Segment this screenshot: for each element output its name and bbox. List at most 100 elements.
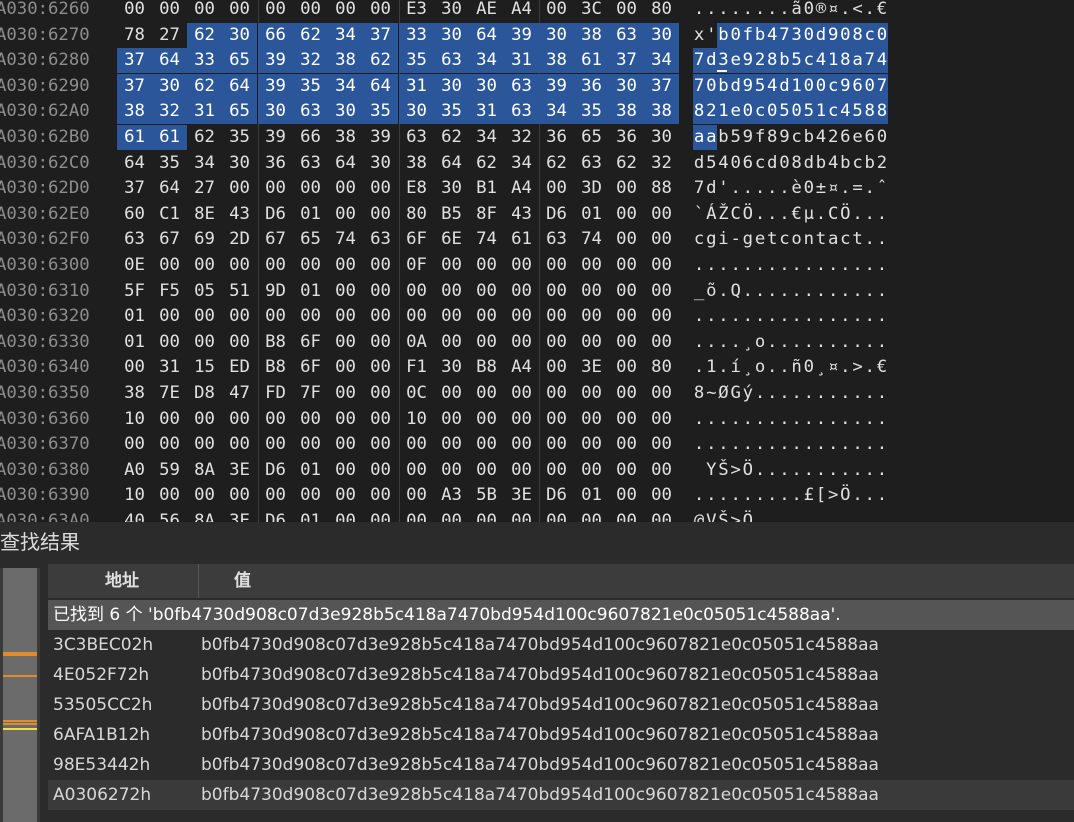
ascii-char[interactable]: 9	[827, 22, 840, 48]
ascii-column[interactable]: ` Á Ž C Ö... € µ. C Ö...	[693, 202, 888, 227]
hex-byte[interactable]: 35	[434, 99, 469, 125]
hex-byte[interactable]: 00	[504, 279, 539, 304]
hex-byte[interactable]: 00	[187, 483, 222, 508]
ascii-char[interactable]: .	[717, 0, 729, 22]
ascii-char[interactable]: 0	[729, 22, 742, 48]
hex-byte[interactable]: 00	[504, 381, 539, 406]
hex-byte[interactable]: 34	[328, 73, 363, 99]
hex-byte[interactable]: 00	[363, 0, 398, 22]
hex-byte[interactable]: 00	[469, 509, 504, 522]
ascii-char[interactable]: .	[778, 509, 790, 522]
ascii-column[interactable]: ................	[693, 407, 888, 432]
ascii-char[interactable]: .	[827, 458, 839, 483]
hex-byte[interactable]: 00	[152, 432, 187, 457]
ascii-char[interactable]: e	[729, 48, 742, 74]
ascii-char[interactable]: .	[754, 407, 766, 432]
hex-byte[interactable]: 31	[469, 99, 504, 125]
hex-byte[interactable]: 00	[574, 407, 609, 432]
ascii-char[interactable]: c	[754, 151, 766, 176]
hex-byte[interactable]: 34	[539, 99, 574, 125]
ascii-char[interactable]: .	[851, 509, 863, 522]
ascii-char[interactable]: o	[754, 355, 766, 380]
hex-byte[interactable]: 00	[258, 432, 293, 457]
ascii-char[interactable]: a	[851, 48, 864, 74]
ascii-char[interactable]: 2	[753, 48, 767, 74]
hex-byte[interactable]: 36	[258, 151, 293, 176]
hex-byte[interactable]: 30	[222, 151, 257, 176]
hex-byte[interactable]: 00	[293, 432, 328, 457]
ascii-char[interactable]: 8	[693, 99, 706, 125]
hex-byte[interactable]: 38	[399, 151, 434, 176]
ascii-char[interactable]: .	[705, 330, 717, 355]
hex-byte[interactable]: 35	[399, 48, 434, 74]
ascii-char[interactable]: ˆ	[876, 176, 888, 201]
hex-byte[interactable]: 63	[399, 125, 434, 150]
hex-byte[interactable]: 00	[609, 202, 644, 227]
hex-byte[interactable]: 64	[222, 73, 257, 99]
ascii-char[interactable]: b	[815, 151, 827, 176]
hex-row[interactable]: A030:63A0 40 56 8A 3E D6 01 00 00 00 00 00 00 00 00 00 0…	[0, 509, 1074, 522]
hex-byte[interactable]: 00	[187, 304, 222, 329]
ascii-char[interactable]: 2	[876, 151, 888, 176]
hex-byte[interactable]: 00	[222, 407, 257, 432]
hex-byte[interactable]: 00	[644, 304, 679, 329]
hex-byte[interactable]: 38	[609, 99, 644, 125]
hex-byte[interactable]: 00	[117, 432, 152, 457]
ascii-char[interactable]: 8	[791, 151, 803, 176]
hex-byte[interactable]: 00	[574, 458, 609, 483]
hex-byte[interactable]: 39	[258, 73, 293, 99]
ascii-char[interactable]: .	[876, 279, 888, 304]
hex-byte[interactable]: 00	[117, 0, 152, 22]
ascii-char[interactable]: 5	[753, 73, 767, 99]
hex-byte[interactable]: 00	[363, 381, 398, 406]
hex-byte[interactable]: 00	[434, 253, 469, 278]
hex-byte[interactable]: 00	[574, 330, 609, 355]
hex-byte[interactable]: 01	[293, 509, 328, 522]
hex-byte[interactable]: 37	[644, 73, 679, 99]
ascii-char[interactable]: G	[730, 381, 742, 406]
hex-byte[interactable]: 00	[363, 176, 398, 201]
ascii-char[interactable]: .	[778, 330, 790, 355]
ascii-char[interactable]: b	[753, 22, 767, 48]
hex-byte[interactable]: 00	[539, 432, 574, 457]
ascii-char[interactable]: .	[766, 458, 778, 483]
ascii-char[interactable]: 7	[875, 73, 888, 99]
ascii-char[interactable]: d	[693, 151, 705, 176]
ascii-char[interactable]: 6	[864, 125, 876, 150]
ascii-char[interactable]: .	[693, 253, 705, 278]
hex-byte[interactable]: 63	[574, 151, 609, 176]
hex-byte[interactable]: 00	[609, 432, 644, 457]
hex-byte[interactable]: 43	[504, 202, 539, 227]
hex-byte[interactable]: 30	[644, 22, 679, 48]
ascii-char[interactable]: .	[717, 253, 729, 278]
hex-byte[interactable]: 30	[434, 0, 469, 22]
hex-byte[interactable]: 61	[117, 125, 152, 150]
hex-byte[interactable]: 80	[644, 355, 679, 380]
hex-byte[interactable]: 2D	[222, 227, 257, 252]
ascii-char[interactable]: 0	[766, 99, 779, 125]
hex-byte[interactable]: 00	[644, 509, 679, 522]
ascii-char[interactable]: .	[705, 483, 717, 508]
hex-byte[interactable]: 01	[117, 304, 152, 329]
hex-row[interactable]: A030:6270 78 27 62 30 66 62 34 37 33 30 64 39 30 38 63 3…	[0, 22, 1074, 48]
ascii-char[interactable]: .	[876, 509, 888, 522]
hex-byte[interactable]: B5	[434, 202, 469, 227]
hex-byte[interactable]: 00	[574, 279, 609, 304]
hex-byte[interactable]: 31	[504, 48, 539, 74]
ascii-char[interactable]: ~	[705, 381, 717, 406]
ascii-char[interactable]: .	[754, 253, 766, 278]
hex-byte[interactable]: 00	[644, 253, 679, 278]
hex-byte[interactable]: 30	[363, 151, 398, 176]
ascii-char[interactable]: 0	[790, 99, 803, 125]
ascii-char[interactable]: .	[839, 279, 851, 304]
ascii-char[interactable]: 9	[741, 73, 754, 99]
result-row[interactable]: 53505CC2h b0fb4730d908c07d3e928b5c418a747…	[48, 690, 1074, 720]
ascii-char[interactable]: 0	[863, 73, 876, 99]
ascii-column[interactable]: 821e0c05051c4588	[693, 99, 888, 125]
hex-byte[interactable]: 00	[363, 509, 398, 522]
hex-byte[interactable]: 00	[644, 432, 679, 457]
ascii-char[interactable]: .	[778, 253, 790, 278]
hex-byte[interactable]: 74	[328, 227, 363, 252]
hex-byte[interactable]: 00	[328, 330, 363, 355]
hex-byte[interactable]: C1	[152, 202, 187, 227]
